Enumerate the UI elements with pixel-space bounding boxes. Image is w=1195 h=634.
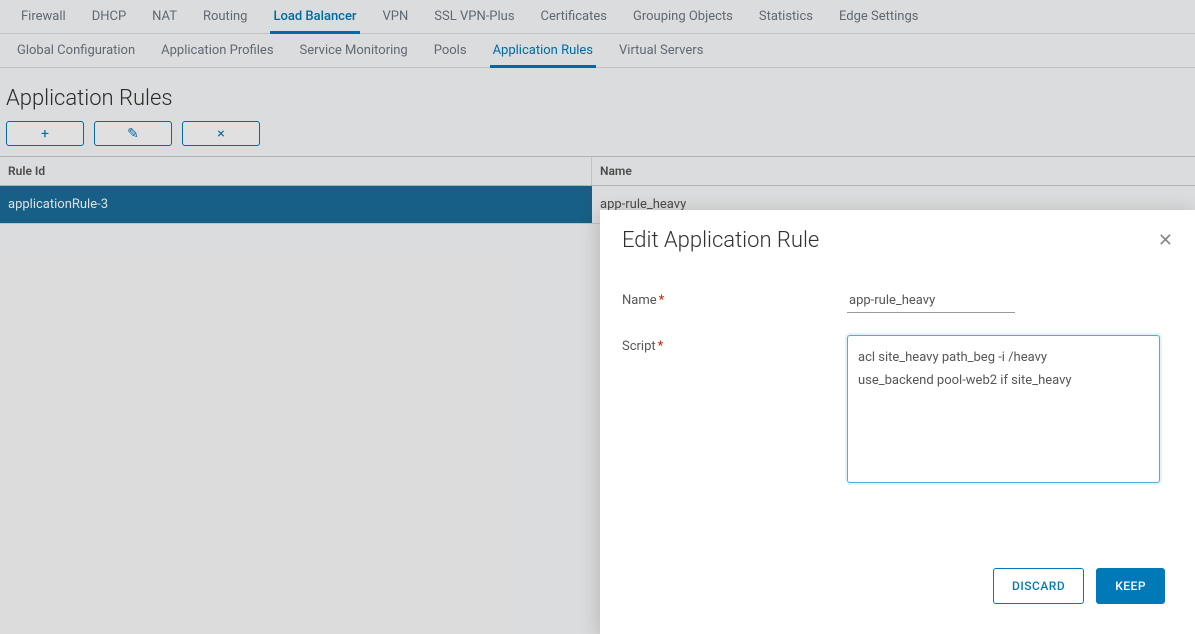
- name-field[interactable]: [847, 289, 1015, 313]
- close-icon[interactable]: ✕: [1158, 232, 1173, 250]
- modal-body: Name* Script*: [600, 253, 1195, 568]
- required-indicator: *: [658, 339, 664, 354]
- name-label: Name*: [622, 289, 847, 313]
- keep-button[interactable]: KEEP: [1096, 568, 1165, 604]
- discard-button[interactable]: DISCARD: [993, 568, 1084, 604]
- edit-rule-modal: Edit Application Rule ✕ Name* Script* DI…: [600, 210, 1195, 634]
- script-label: Script*: [622, 335, 847, 483]
- modal-footer: DISCARD KEEP: [600, 568, 1195, 634]
- form-row-script: Script*: [622, 335, 1173, 483]
- modal-header: Edit Application Rule ✕: [600, 210, 1195, 253]
- form-row-name: Name*: [622, 289, 1173, 313]
- required-indicator: *: [659, 293, 665, 308]
- script-field[interactable]: [847, 335, 1160, 483]
- modal-title: Edit Application Rule: [622, 228, 819, 253]
